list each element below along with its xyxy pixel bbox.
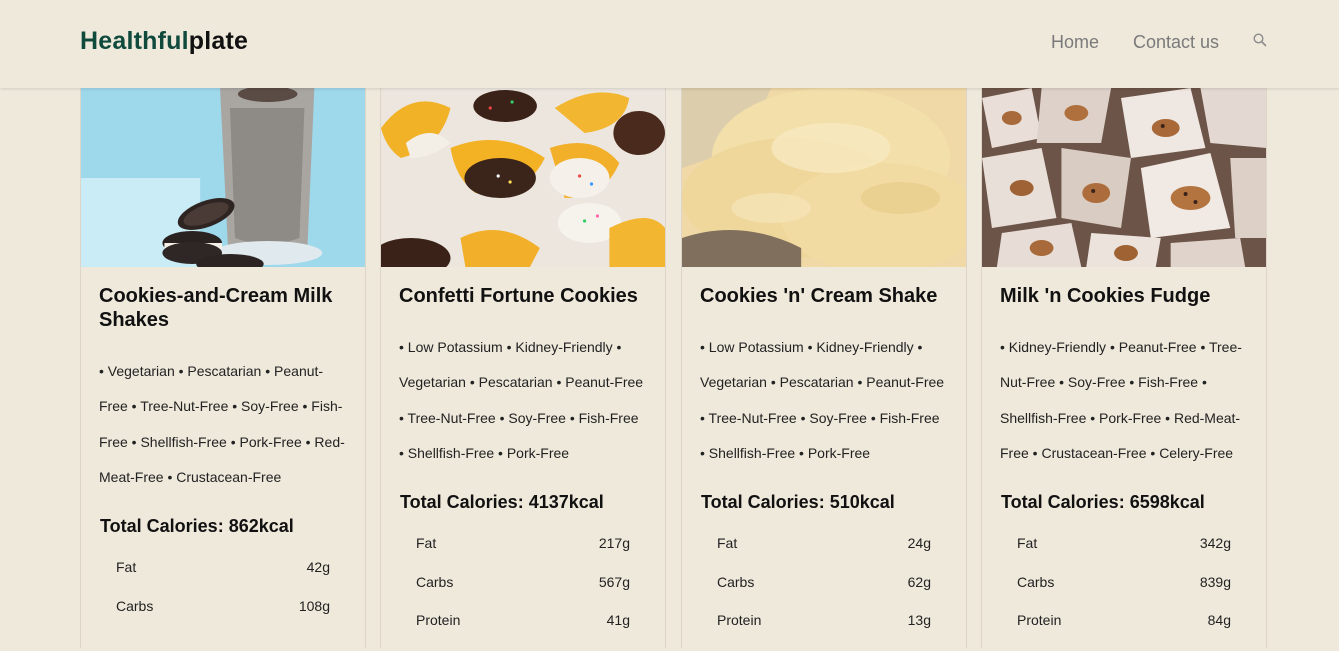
recipe-title[interactable]: Cookies-and-Cream Milk Shakes [99, 284, 347, 332]
recipe-title[interactable]: Milk 'n Cookies Fudge [1000, 284, 1248, 308]
search-icon [1253, 33, 1267, 47]
fortune-cookies-photo[interactable] [381, 88, 665, 267]
nav-contact-link[interactable]: Contact us [1133, 32, 1219, 53]
nutrient-label: Carbs [416, 573, 454, 590]
nutrient-value: 217g [598, 535, 630, 552]
recipe-total-calories: Total Calories: 510kcal [701, 492, 895, 513]
nutrient-row: Protein 84g [1017, 612, 1231, 651]
recipe-total-calories: Total Calories: 4137kcal [400, 492, 604, 513]
nutrient-value: 108g [298, 597, 330, 614]
nutrient-table: Fat 217g Carbs 567g Protein 41g [399, 535, 647, 651]
nav-home-link[interactable]: Home [1051, 32, 1099, 53]
recipe-health-labels: • Low Potassium • Kidney-Friendly • Vege… [399, 339, 644, 461]
nutrient-label: Carbs [116, 597, 154, 614]
nutrient-value: 342g [1199, 535, 1231, 552]
recipe-health-labels: • Vegetarian • Pescatarian • Peanut-Free… [99, 363, 345, 485]
recipe-card[interactable]: Cookies 'n' Cream Shake • Low Potassium … [681, 88, 967, 648]
nutrient-row: Fat 42g [116, 559, 330, 598]
ice-cream-photo[interactable] [682, 88, 966, 267]
nutrient-label: Protein [416, 612, 461, 629]
nutrient-row: Carbs 839g [1017, 574, 1231, 613]
recipe-total-calories: Total Calories: 6598kcal [1001, 492, 1205, 513]
nutrient-value: 62g [907, 573, 931, 590]
nutrient-value: 41g [606, 612, 630, 629]
nutrient-value: 42g [306, 559, 330, 576]
recipe-card[interactable]: Confetti Fortune Cookies • Low Potassium… [380, 88, 666, 648]
milkshake-photo[interactable] [81, 88, 365, 267]
nutrient-label: Fat [116, 559, 137, 576]
site-header: Healthfulplate Home Contact us [0, 0, 1339, 88]
nutrient-row: Protein 13g [717, 612, 931, 651]
nutrient-label: Protein [717, 612, 762, 629]
recipe-card[interactable]: Milk 'n Cookies Fudge • Kidney-Friendly … [981, 88, 1267, 648]
nutrient-label: Carbs [1017, 573, 1055, 590]
nutrient-row: Fat 217g [416, 535, 630, 574]
nutrient-row: Protein 41g [416, 612, 630, 651]
nutrient-label: Fat [717, 535, 738, 552]
nutrient-table: Fat 24g Carbs 62g Protein 13g [700, 535, 948, 651]
nutrient-row: Carbs 567g [416, 574, 630, 613]
logo-part-plate: plate [188, 27, 249, 55]
nutrient-row: Fat 342g [1017, 535, 1231, 574]
nutrient-label: Fat [1017, 535, 1038, 552]
nutrient-value: 13g [907, 612, 931, 629]
logo-part-healthful: Healthful [80, 27, 189, 55]
nutrient-row: Fat 24g [717, 535, 931, 574]
nutrient-label: Fat [416, 535, 437, 552]
nutrient-table: Fat 342g Carbs 839g Protein 84g [1000, 535, 1248, 651]
recipe-total-calories: Total Calories: 862kcal [100, 516, 294, 537]
nutrient-label: Protein [1017, 612, 1062, 629]
nutrient-row: Carbs 62g [717, 574, 931, 613]
fudge-photo[interactable] [982, 88, 1266, 267]
nutrient-row: Carbs 108g [116, 598, 330, 637]
search-button[interactable] [1252, 32, 1270, 50]
site-logo[interactable]: Healthfulplate [80, 27, 248, 56]
nutrient-value: 567g [598, 573, 630, 590]
recipe-title[interactable]: Confetti Fortune Cookies [399, 284, 647, 308]
nutrient-value: 839g [1199, 573, 1231, 590]
recipe-grid: Cookies-and-Cream Milk Shakes • Vegetari… [80, 88, 1270, 648]
recipe-card[interactable]: Cookies-and-Cream Milk Shakes • Vegetari… [80, 88, 366, 648]
nutrient-table: Fat 42g Carbs 108g [99, 559, 347, 636]
nutrient-label: Carbs [717, 573, 755, 590]
recipe-title[interactable]: Cookies 'n' Cream Shake [700, 284, 948, 308]
nutrient-value: 84g [1207, 612, 1231, 629]
recipe-health-labels: • Kidney-Friendly • Peanut-Free • Tree-N… [1000, 339, 1242, 461]
nutrient-value: 24g [907, 535, 931, 552]
recipe-health-labels: • Low Potassium • Kidney-Friendly • Vege… [700, 339, 945, 461]
